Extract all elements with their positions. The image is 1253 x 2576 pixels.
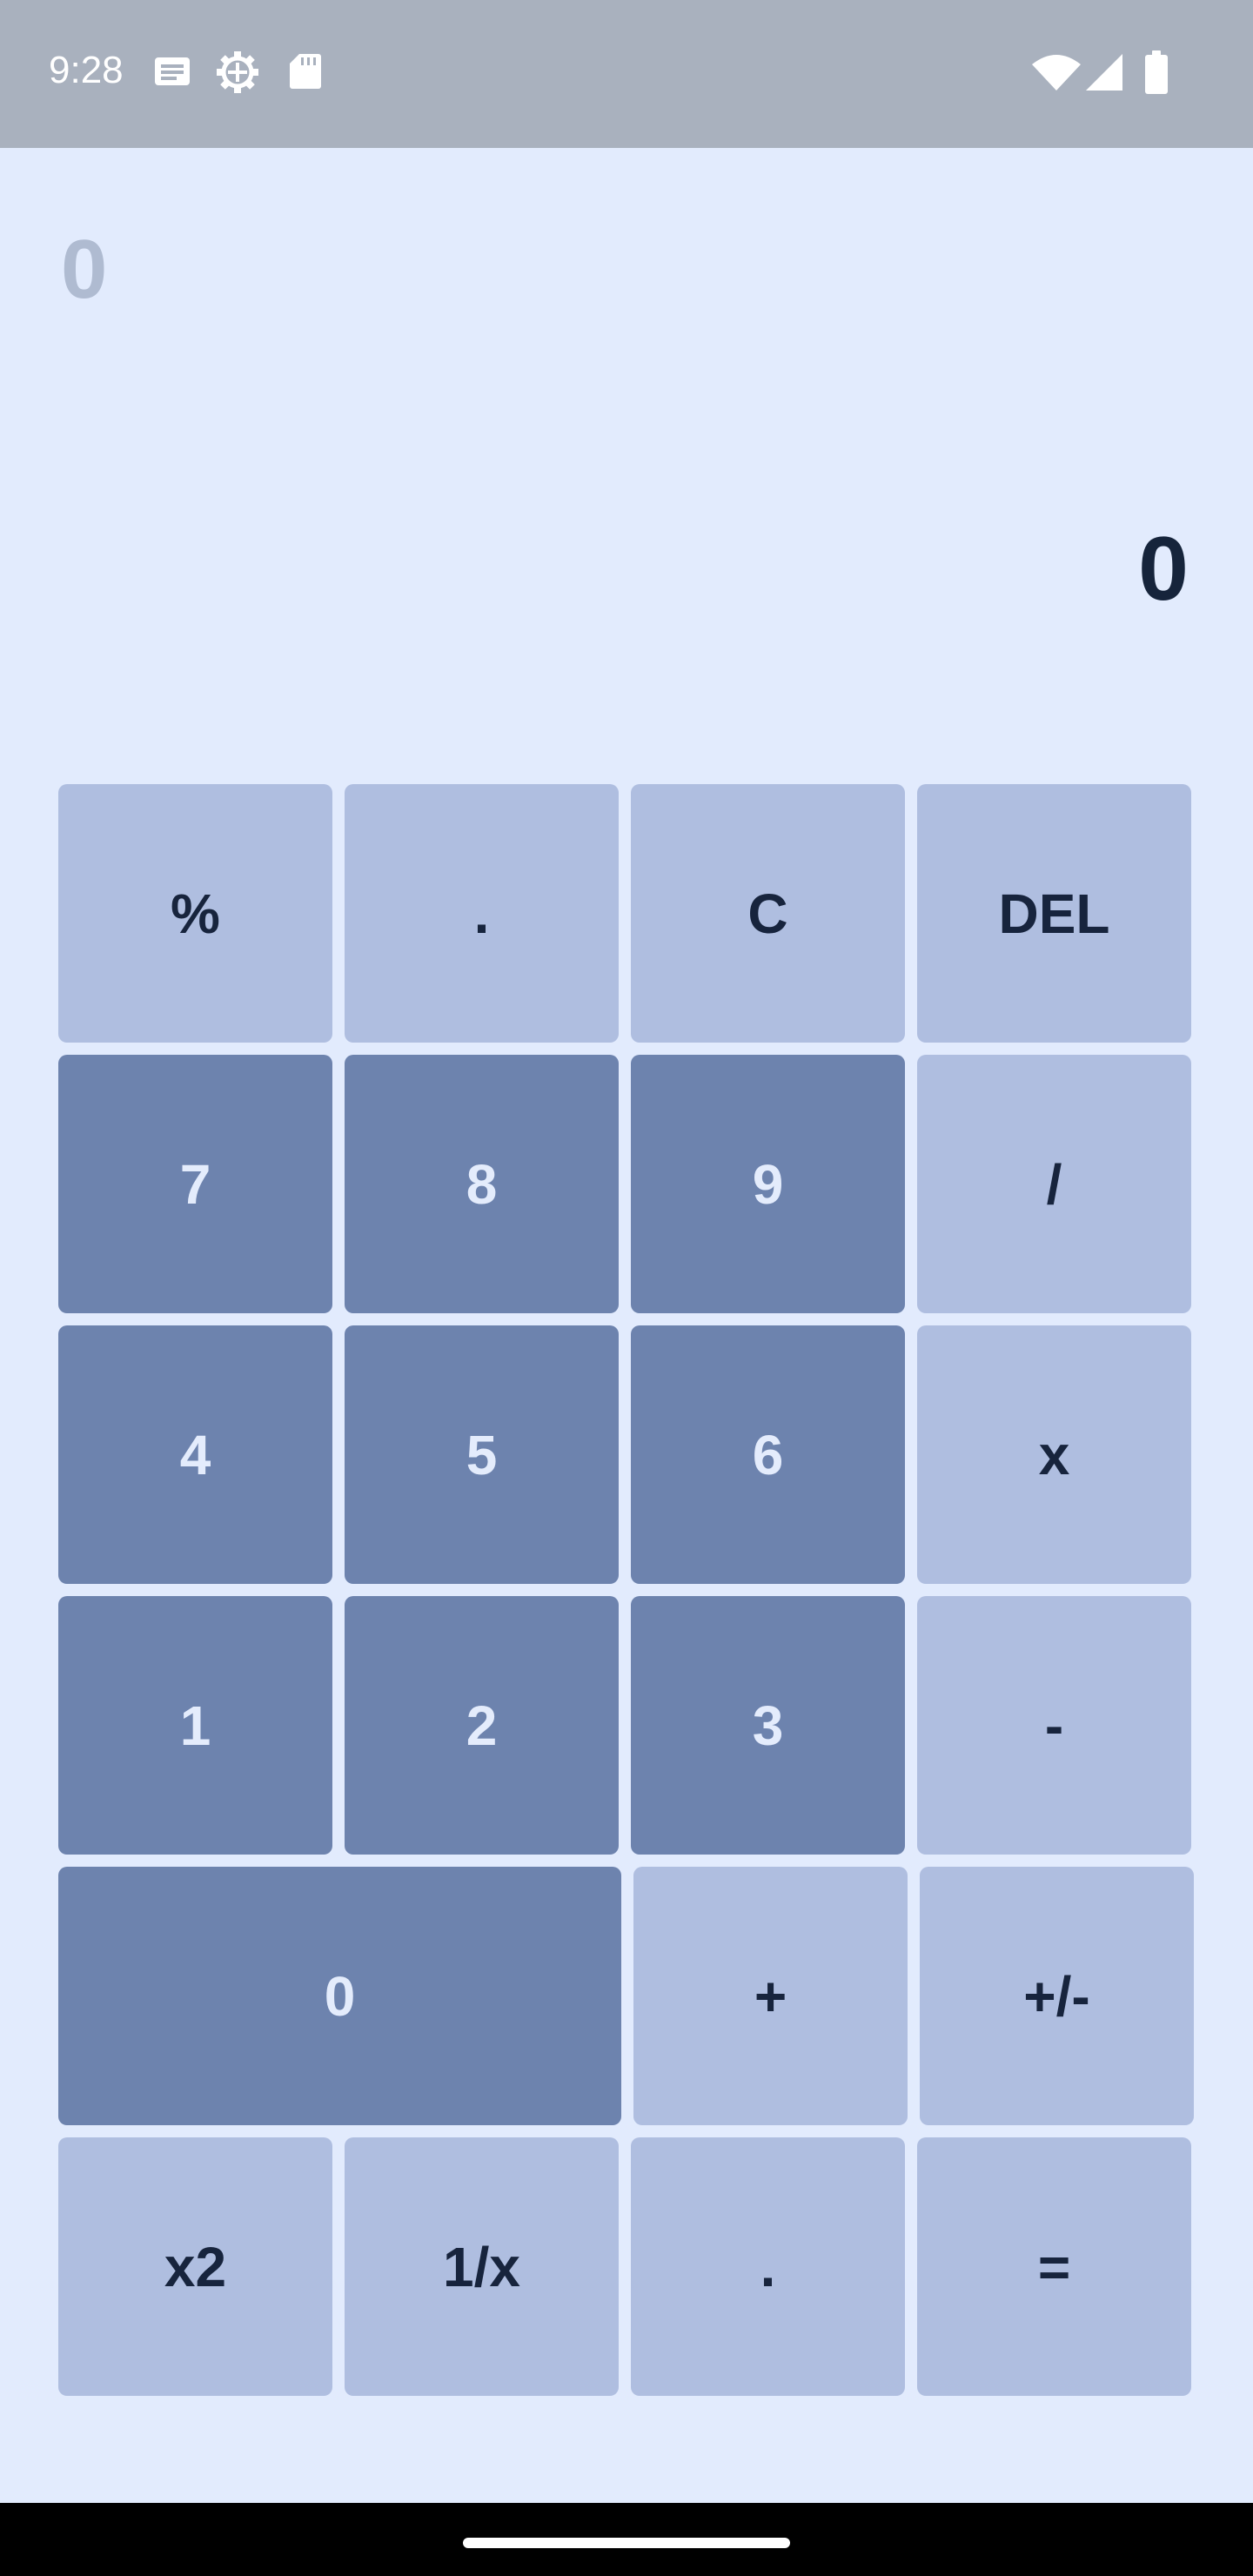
- notification-icon: [153, 52, 191, 95]
- cell-signal-icon: [1086, 54, 1124, 97]
- wifi-icon: [1032, 54, 1081, 97]
- settings-gear-icon: [216, 50, 259, 98]
- negate-button[interactable]: +/-: [920, 1867, 1194, 2125]
- sd-card-icon: [289, 52, 322, 95]
- status-time: 9:28: [49, 49, 124, 91]
- digit-2-button[interactable]: 2: [345, 1596, 619, 1855]
- multiply-button[interactable]: x: [917, 1325, 1191, 1584]
- minus-button[interactable]: -: [917, 1596, 1191, 1855]
- battery-icon: [1145, 50, 1168, 98]
- home-handle[interactable]: [463, 2538, 790, 2548]
- expression-display: 0: [61, 223, 108, 316]
- status-bar: 9:28: [0, 0, 1253, 148]
- equals-button[interactable]: =: [917, 2137, 1191, 2396]
- divide-button[interactable]: /: [917, 1055, 1191, 1313]
- reciprocal-button[interactable]: 1/x: [345, 2137, 619, 2396]
- decimal-button[interactable]: .: [345, 784, 619, 1043]
- digit-3-button[interactable]: 3: [631, 1596, 905, 1855]
- digit-7-button[interactable]: 7: [58, 1055, 332, 1313]
- navigation-bar: [0, 2503, 1253, 2576]
- square-button[interactable]: x2: [58, 2137, 332, 2396]
- result-display: 0: [1138, 519, 1189, 620]
- digit-8-button[interactable]: 8: [345, 1055, 619, 1313]
- digit-6-button[interactable]: 6: [631, 1325, 905, 1584]
- percent-button[interactable]: %: [58, 784, 332, 1043]
- decimal-button-bottom[interactable]: .: [631, 2137, 905, 2396]
- plus-button[interactable]: +: [633, 1867, 908, 2125]
- digit-9-button[interactable]: 9: [631, 1055, 905, 1313]
- clear-button[interactable]: C: [631, 784, 905, 1043]
- delete-button[interactable]: DEL: [917, 784, 1191, 1043]
- digit-0-button[interactable]: 0: [58, 1867, 621, 2125]
- calculator-app: 0 0 % . C DEL 7 8 9 / 4 5 6 x 1 2 3 - 0 …: [0, 148, 1253, 2503]
- digit-1-button[interactable]: 1: [58, 1596, 332, 1855]
- digit-5-button[interactable]: 5: [345, 1325, 619, 1584]
- digit-4-button[interactable]: 4: [58, 1325, 332, 1584]
